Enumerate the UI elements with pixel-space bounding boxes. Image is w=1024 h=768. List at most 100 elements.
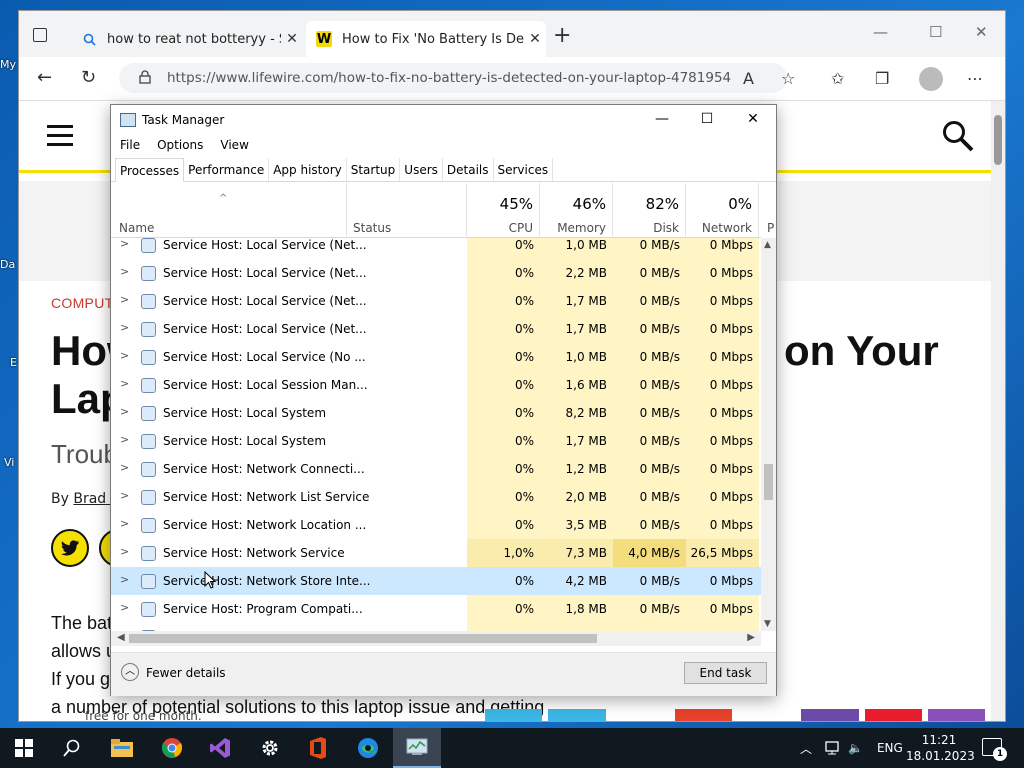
collections-icon[interactable]: ❐ bbox=[875, 69, 889, 88]
volume-icon[interactable]: 🔈 bbox=[848, 741, 863, 755]
desktop-icon-label[interactable]: Vi bbox=[4, 456, 14, 469]
hamburger-menu-icon[interactable] bbox=[47, 125, 73, 152]
tab-users[interactable]: Users bbox=[400, 158, 443, 181]
horizontal-scrollbar-thumb[interactable] bbox=[129, 634, 597, 643]
scrollbar-thumb[interactable] bbox=[764, 464, 773, 500]
browser-maximize-button[interactable]: ☐ bbox=[929, 23, 942, 41]
profile-avatar[interactable] bbox=[919, 67, 943, 91]
table-row[interactable]: > Service Host: Local Service (Net... 0% 1,… bbox=[111, 287, 761, 315]
visual-studio-button[interactable] bbox=[196, 728, 244, 768]
tab-services[interactable]: Services bbox=[494, 158, 554, 181]
start-button[interactable] bbox=[0, 728, 48, 768]
add-favorite-icon[interactable]: ☆ bbox=[781, 69, 795, 88]
chrome-button[interactable] bbox=[148, 728, 196, 768]
network-icon[interactable] bbox=[824, 741, 840, 755]
scroll-left-icon[interactable]: ◀ bbox=[117, 632, 125, 643]
notification-center-icon[interactable]: 1 bbox=[982, 738, 1007, 761]
expand-chevron-icon[interactable]: > bbox=[120, 433, 129, 446]
browser-close-button[interactable]: ✕ bbox=[975, 23, 988, 41]
expand-chevron-icon[interactable]: > bbox=[120, 265, 129, 278]
expand-chevron-icon[interactable]: > bbox=[120, 601, 129, 614]
edge-button[interactable] bbox=[344, 728, 392, 768]
table-row[interactable]: > Service Host: Network Location ... 0% 3,5… bbox=[111, 511, 761, 539]
menu-options[interactable]: Options bbox=[148, 135, 211, 157]
process-list-scrollbar[interactable]: ▲ ▼ bbox=[761, 238, 776, 631]
column-name[interactable]: Name bbox=[111, 183, 347, 238]
expand-chevron-icon[interactable]: > bbox=[120, 321, 129, 334]
url-field[interactable]: https://www.lifewire.com/how-to-fix-no-b… bbox=[119, 63, 787, 93]
new-tab-button[interactable]: + bbox=[553, 23, 571, 48]
tab-app-history[interactable]: App history bbox=[269, 158, 347, 181]
table-row[interactable]: > Service Host: Network Service 1,0% 7,3 MB… bbox=[111, 539, 761, 567]
office-button[interactable] bbox=[294, 728, 342, 768]
end-task-button[interactable]: End task bbox=[684, 662, 767, 684]
column-cpu[interactable]: 45% CPU bbox=[467, 183, 540, 238]
desktop-icon-label[interactable]: My bbox=[0, 58, 16, 71]
table-row[interactable]: > Service Host: Local System 0% 8,2 MB 0 MB/… bbox=[111, 399, 761, 427]
expand-chevron-icon[interactable]: > bbox=[120, 238, 129, 250]
close-button[interactable]: ✕ bbox=[738, 111, 768, 127]
twitter-share-button[interactable] bbox=[51, 529, 89, 567]
more-options-icon[interactable]: ⋯ bbox=[967, 69, 983, 88]
read-aloud-icon[interactable]: A bbox=[743, 69, 754, 88]
browser-tab-search[interactable]: how to reat not botteryy - Search ✕ bbox=[71, 21, 303, 57]
expand-chevron-icon[interactable]: > bbox=[120, 461, 129, 474]
show-hidden-icons-icon[interactable]: ︿ bbox=[800, 740, 812, 757]
scroll-up-icon[interactable]: ▲ bbox=[764, 240, 771, 250]
expand-chevron-icon[interactable]: > bbox=[120, 517, 129, 530]
scroll-down-icon[interactable]: ▼ bbox=[764, 619, 771, 629]
task-manager-taskbar-button[interactable] bbox=[393, 728, 441, 768]
settings-button[interactable] bbox=[246, 728, 294, 768]
tab-close-icon[interactable]: ✕ bbox=[524, 31, 546, 47]
table-row[interactable]: > Service Host: Local Session Man... 0% 1,6… bbox=[111, 371, 761, 399]
page-scrollbar-thumb[interactable] bbox=[994, 115, 1002, 165]
page-scrollbar[interactable] bbox=[991, 101, 1005, 721]
table-row[interactable]: > Service Host: Local Service (Net... 0% 1,… bbox=[111, 315, 761, 343]
maximize-button[interactable]: ☐ bbox=[692, 111, 722, 127]
taskbar-search-button[interactable] bbox=[48, 728, 96, 768]
file-explorer-button[interactable] bbox=[98, 728, 146, 768]
language-indicator[interactable]: ENG bbox=[877, 741, 903, 755]
expand-chevron-icon[interactable]: > bbox=[120, 349, 129, 362]
minimize-button[interactable]: — bbox=[647, 111, 677, 127]
tab-close-icon[interactable]: ✕ bbox=[281, 31, 303, 47]
browser-minimize-button[interactable]: — bbox=[873, 23, 888, 41]
table-row[interactable]: > Service Host: Program Compati... 0% 1,8 M… bbox=[111, 595, 761, 623]
expand-chevron-icon[interactable]: > bbox=[120, 489, 129, 502]
fewer-details-link[interactable]: Fewer details bbox=[146, 666, 226, 680]
menu-file[interactable]: File bbox=[111, 135, 148, 157]
expand-chevron-icon[interactable]: > bbox=[120, 293, 129, 306]
tab-processes[interactable]: Processes bbox=[115, 158, 185, 182]
tab-details[interactable]: Details bbox=[443, 158, 494, 181]
menu-view[interactable]: View bbox=[211, 135, 256, 157]
site-search-icon[interactable] bbox=[941, 119, 975, 153]
table-row[interactable]: > Service Host: Local Service (Net... 0% 2,… bbox=[111, 259, 761, 287]
expand-chevron-icon[interactable]: > bbox=[120, 545, 129, 558]
table-row[interactable]: > Service Host: Network List Service 0% 2,0… bbox=[111, 483, 761, 511]
refresh-icon[interactable]: ↻ bbox=[81, 67, 96, 88]
table-row[interactable]: > Service Host: Local Service (No ... 0% 1,… bbox=[111, 343, 761, 371]
tab-performance[interactable]: Performance bbox=[184, 158, 270, 181]
clock[interactable]: 11:21 18.01.2023 bbox=[906, 732, 975, 764]
column-network[interactable]: 0% Network bbox=[686, 183, 759, 238]
table-row[interactable]: > Service Host: Network Connecti... 0% 1,2 … bbox=[111, 455, 761, 483]
horizontal-scrollbar[interactable]: ◀ ▶ bbox=[111, 631, 761, 646]
table-row[interactable]: >Service Host: Radio Ma...0%1,2 MB0 MB/s… bbox=[111, 623, 761, 631]
desktop-icon-label[interactable]: E bbox=[10, 356, 17, 369]
expand-chevron-icon[interactable]: > bbox=[120, 573, 129, 586]
scroll-right-icon[interactable]: ▶ bbox=[747, 632, 755, 643]
column-power[interactable]: P bbox=[759, 183, 774, 238]
favorites-icon[interactable]: ✩ bbox=[831, 69, 844, 88]
column-disk[interactable]: 82% Disk bbox=[613, 183, 686, 238]
table-row[interactable]: > Service Host: Local System 0% 1,7 MB 0 MB/… bbox=[111, 427, 761, 455]
expand-chevron-icon[interactable]: > bbox=[120, 377, 129, 390]
tab-actions-icon[interactable] bbox=[33, 28, 47, 42]
column-status[interactable]: Status bbox=[347, 183, 467, 238]
expand-chevron-icon[interactable]: > bbox=[120, 405, 129, 418]
column-memory[interactable]: 46% Memory bbox=[540, 183, 613, 238]
desktop-icon-label[interactable]: Da bbox=[0, 258, 15, 271]
table-row[interactable]: > Service Host: Local Service (Net... 0% 1,… bbox=[111, 238, 761, 259]
tab-startup[interactable]: Startup bbox=[347, 158, 401, 181]
task-manager-titlebar[interactable]: Task Manager — ☐ ✕ bbox=[111, 105, 776, 135]
chevron-up-icon[interactable]: ︿ bbox=[121, 663, 139, 681]
